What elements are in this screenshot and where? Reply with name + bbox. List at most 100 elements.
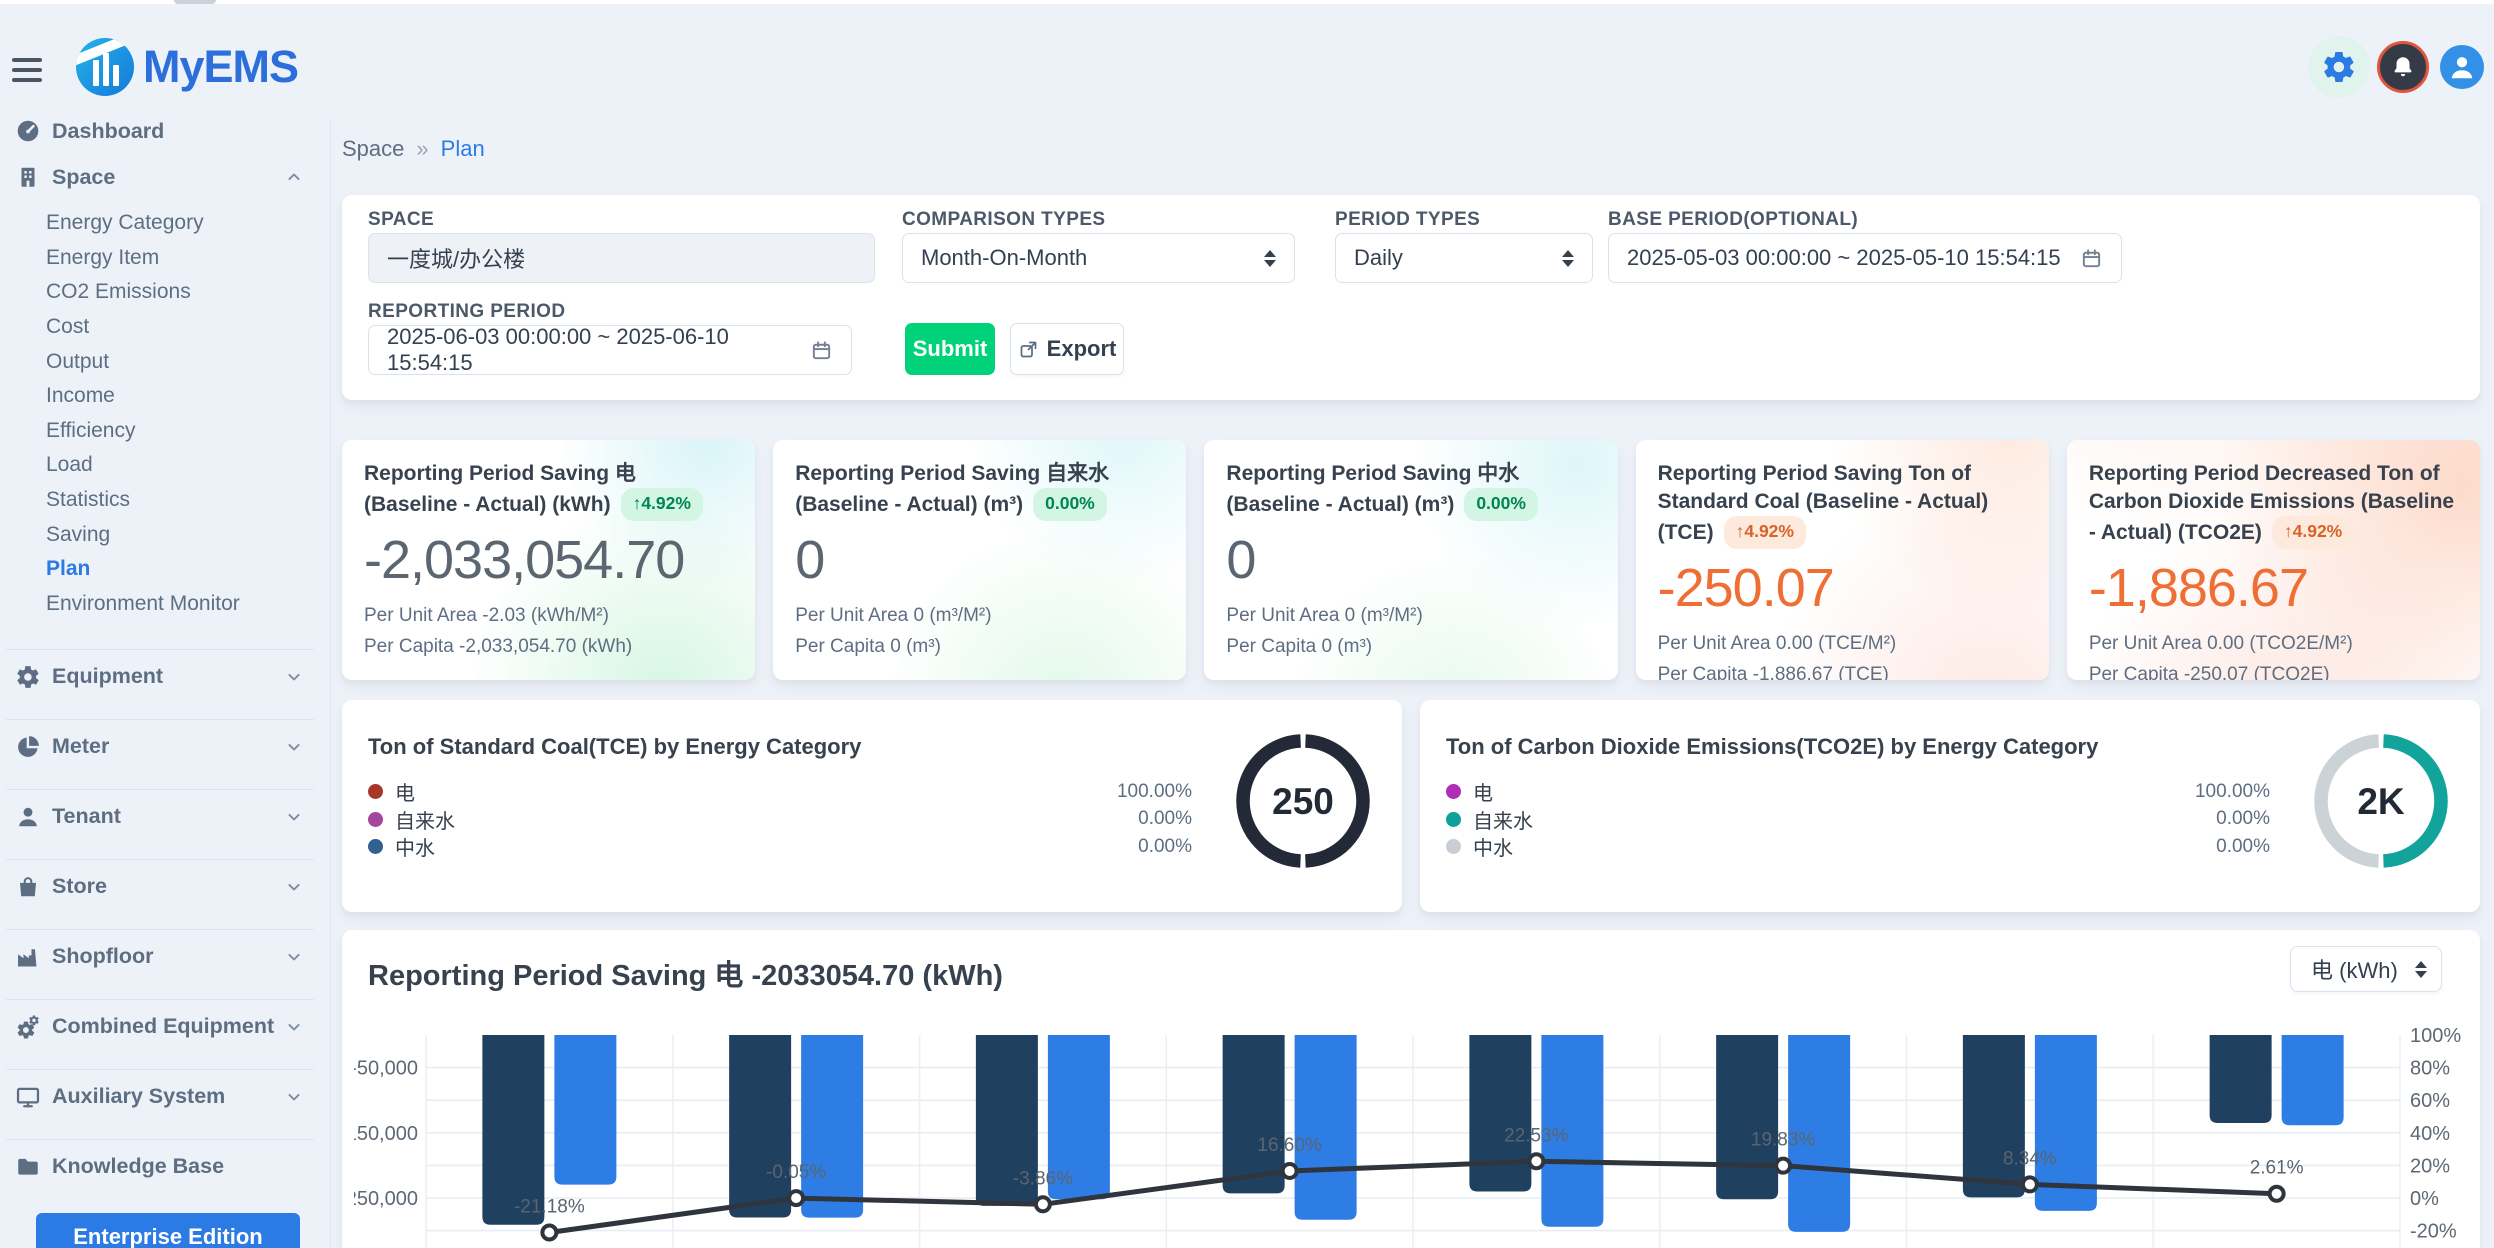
sidebar-subitem-co2-emissions[interactable]: CO2 Emissions [0, 275, 330, 310]
legend-percent: 100.00% [2195, 781, 2270, 803]
saving-rate-label: 19.83% [1751, 1130, 1816, 1151]
saving-rate-label: 8.34% [2003, 1148, 2057, 1169]
comparison-types-select[interactable]: Month-On-Month [902, 233, 1295, 283]
energy-unit-select[interactable]: 电 (kWh) [2290, 946, 2442, 992]
chevron-down-icon [284, 1087, 304, 1107]
submit-button[interactable]: Submit [905, 323, 995, 375]
period-types-label: PERIOD TYPES [1335, 209, 1480, 231]
breadcrumb-separator: » [416, 136, 428, 162]
sidebar-item-knowledge-base[interactable]: Knowledge Base [0, 1140, 330, 1193]
sidebar-subitem-environment-monitor[interactable]: Environment Monitor [0, 587, 330, 622]
calendar-icon [810, 339, 833, 362]
sidebar-item-shopfloor[interactable]: Shopfloor [0, 930, 330, 983]
donut-legend: 电 100.00% 自来水 0.00% 中水 0.00% [1446, 778, 2456, 861]
legend-row[interactable]: 自来水 0.00% [368, 806, 1378, 834]
sidebar-item-space[interactable]: Space [0, 154, 330, 200]
period-types-value: Daily [1354, 245, 1550, 271]
hamburger-menu-icon[interactable] [12, 58, 42, 82]
summary-card-value: -250.07 [1658, 557, 2027, 619]
sidebar-item-auxiliary-system[interactable]: Auxiliary System [0, 1070, 330, 1123]
sidebar-subitem-plan[interactable]: Plan [0, 552, 330, 587]
settings-gear-button[interactable] [2308, 36, 2370, 98]
chevron-down-icon [284, 737, 304, 757]
summary-card-2: Reporting Period Saving 中水 (Baseline - A… [1204, 440, 1617, 680]
bell-icon [2390, 54, 2416, 80]
legend-row[interactable]: 电 100.00% [368, 778, 1378, 806]
saving-rate-label: 2.61% [2250, 1158, 2304, 1179]
space-label: SPACE [368, 209, 434, 231]
left-axis-tick: -250,000 [354, 1188, 418, 1210]
right-axis-tick: 20% [2410, 1155, 2450, 1177]
comparison-types-label: COMPARISON TYPES [902, 209, 1105, 231]
sidebar-item-equipment[interactable]: Equipment [0, 650, 330, 703]
gauge-icon [14, 118, 41, 145]
sidebar-item-label: Dashboard [52, 119, 164, 144]
sidebar-space-submenu: Energy CategoryEnergy ItemCO2 EmissionsC… [0, 200, 330, 621]
sidebar-subitem-income[interactable]: Income [0, 379, 330, 414]
sidebar-subitem-statistics[interactable]: Statistics [0, 483, 330, 518]
enterprise-edition-button[interactable]: Enterprise Edition [36, 1213, 300, 1248]
reporting-period-input[interactable]: 2025-06-03 00:00:00 ~ 2025-06-10 15:54:1… [368, 325, 852, 375]
donut-center-value: 2K [2357, 781, 2405, 822]
change-badge: 0.00% [1464, 488, 1538, 520]
legend-dot [368, 839, 383, 854]
user-avatar[interactable] [2440, 45, 2484, 89]
sidebar-item-label: Knowledge Base [52, 1154, 224, 1179]
summary-card-title-text: Reporting Period Saving 电 (Baseline - Ac… [364, 462, 636, 516]
per-unit-area-text: Per Unit Area -2.03 (kWh/M²) [364, 605, 733, 627]
donut-card-0: Ton of Standard Coal(TCE) by Energy Cate… [342, 700, 1402, 912]
logo[interactable]: MyEMS [76, 38, 298, 96]
donut-chart: 250 [1228, 726, 1378, 876]
monitor-icon [14, 1083, 41, 1110]
summary-card-value: -2,033,054.70 [364, 529, 733, 591]
space-input-value: 一度城/办公楼 [387, 242, 856, 274]
legend-row[interactable]: 电 100.00% [1446, 778, 2456, 806]
breadcrumb-space-link[interactable]: Space [342, 136, 404, 162]
sidebar-item-label: Meter [52, 734, 109, 759]
export-button-label: Export [1047, 336, 1117, 362]
legend-row[interactable]: 中水 0.00% [1446, 833, 2456, 861]
sidebar-item-label: Store [52, 874, 107, 899]
sidebar-subitem-output[interactable]: Output [0, 344, 330, 379]
sidebar-item-store[interactable]: Store [0, 860, 330, 913]
legend-dot [368, 812, 383, 827]
sidebar-subitem-load[interactable]: Load [0, 448, 330, 483]
legend-row[interactable]: 中水 0.00% [368, 833, 1378, 861]
sidebar-item-combined-equipment[interactable]: Combined Equipment [0, 1000, 330, 1053]
sidebar-item-label: Equipment [52, 664, 163, 689]
sidebar-subitem-cost[interactable]: Cost [0, 310, 330, 345]
sidebar-item-dashboard[interactable]: Dashboard [0, 108, 330, 154]
line-marker [789, 1191, 803, 1205]
sidebar-subitem-efficiency[interactable]: Efficiency [0, 414, 330, 449]
brand-name: MyEMS [143, 41, 298, 93]
change-badge: ↑4.92% [2272, 516, 2354, 548]
chart-title: Reporting Period Saving 电 -2033054.70 (k… [368, 952, 1003, 994]
legend-label: 自来水 [395, 805, 455, 834]
chevron-down-icon [284, 877, 304, 897]
bar-line-chart: -50,000-150,000-250,000100%80%60%40%20%0… [354, 1000, 2468, 1248]
user-avatar-icon [2447, 52, 2477, 82]
line-marker [1036, 1197, 1050, 1211]
breadcrumb-current-plan: Plan [441, 136, 485, 162]
sidebar-subitem-energy-item[interactable]: Energy Item [0, 241, 330, 276]
sidebar-item-label: Space [52, 165, 115, 190]
sidebar-item-tenant[interactable]: Tenant [0, 790, 330, 843]
per-capita-text: Per Capita 0 (m³) [1226, 636, 1595, 658]
sidebar-subitem-saving[interactable]: Saving [0, 517, 330, 552]
per-unit-area-text: Per Unit Area 0 (m³/M²) [1226, 605, 1595, 627]
reporting-period-value: 2025-06-03 00:00:00 ~ 2025-06-10 15:54:1… [387, 324, 800, 376]
sidebar-item-meter[interactable]: Meter [0, 720, 330, 773]
notifications-bell-button[interactable] [2377, 41, 2429, 93]
select-arrows-icon [1562, 250, 1574, 267]
period-types-select[interactable]: Daily [1335, 233, 1593, 283]
summary-cards-row: Reporting Period Saving 电 (Baseline - Ac… [342, 440, 2480, 680]
line-marker [2023, 1177, 2037, 1191]
bag-icon [14, 873, 41, 900]
legend-row[interactable]: 自来水 0.00% [1446, 806, 2456, 834]
legend-percent: 100.00% [1117, 781, 1192, 803]
space-input[interactable]: 一度城/办公楼 [368, 233, 875, 283]
sidebar-subitem-energy-category[interactable]: Energy Category [0, 206, 330, 241]
export-button[interactable]: Export [1010, 323, 1124, 375]
base-period-input[interactable]: 2025-05-03 00:00:00 ~ 2025-05-10 15:54:1… [1608, 233, 2122, 283]
change-badge: ↑4.92% [621, 488, 703, 520]
